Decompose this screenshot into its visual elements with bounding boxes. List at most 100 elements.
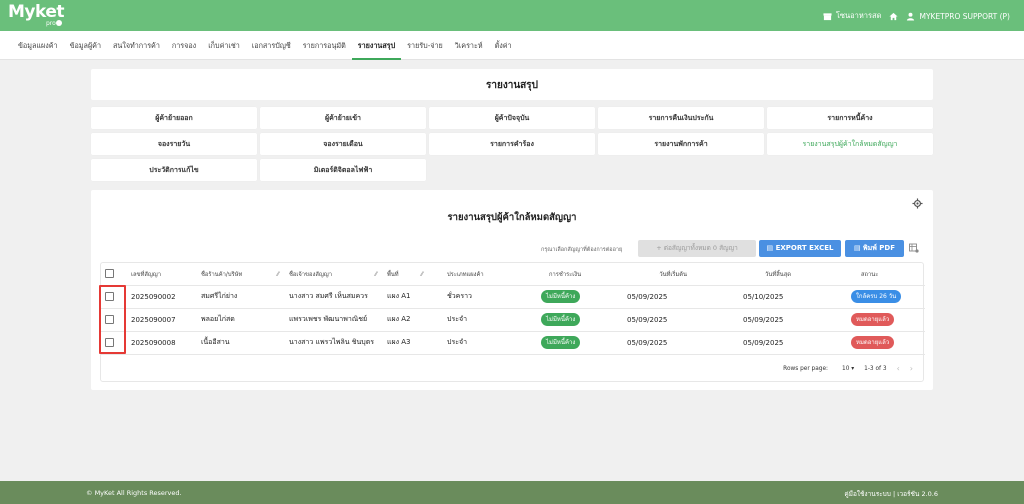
stall-type: ประจำ xyxy=(429,308,525,332)
col-shop-label: ชื่อร้านค้า/บริษัท xyxy=(201,271,243,278)
start-date: 05/09/2025 xyxy=(611,331,717,355)
nav-tab[interactable]: วิเคราะห์ xyxy=(449,31,489,60)
footer-version[interactable]: คู่มือใช้งานระบบ | เวอร์ชัน 2.0.6 xyxy=(844,489,938,499)
renew-hint: กรุณาเลือกสัญญาที่ต้องการต่ออายุ xyxy=(541,247,623,253)
chevron-left-icon[interactable]: ‹ xyxy=(897,364,900,373)
col-shop[interactable]: ชื่อร้านค้า/บริษัท ⁄⁄ xyxy=(197,263,285,286)
table-row[interactable]: 2025090008 เนื้ออีสาน นางสาว แพรวไพลิน ชิน… xyxy=(101,331,925,355)
row-checkbox[interactable] xyxy=(105,338,114,347)
export-excel-button[interactable]: ▤ EXPORT EXCEL xyxy=(759,240,841,257)
start-date: 05/09/2025 xyxy=(611,285,717,309)
contract-number: 2025090008 xyxy=(127,331,197,355)
area-code: แผง A1 xyxy=(383,285,429,309)
main-nav: ข้อมูลแผงค้า ข้อมูลผู้ค้า สนใจทำการค้า การจ… xyxy=(0,31,1024,60)
stall-type: ประจำ xyxy=(429,331,525,355)
rows-per-page-select[interactable]: 10 ▾ xyxy=(842,366,854,372)
app-logo[interactable]: Myket xyxy=(8,2,65,22)
contract-number: 2025090007 xyxy=(127,308,197,332)
report-button[interactable]: ผู้ค้าย้ายเข้า xyxy=(260,107,426,129)
col-owner-label: ชื่อเจ้าของสัญญา xyxy=(289,271,332,278)
row-select-cell xyxy=(101,308,127,332)
col-owner[interactable]: ชื่อเจ้าของสัญญา ⁄⁄ xyxy=(285,263,383,286)
report-button[interactable]: รายงานสรุปผู้ค้าใกล้หมดสัญญา xyxy=(767,133,933,155)
stall-type: ชั่วคราว xyxy=(429,285,525,309)
nav-tabs: ข้อมูลแผงค้า ข้อมูลผู้ค้า สนใจทำการค้า การจ… xyxy=(0,31,1024,60)
report-button[interactable]: รายการคืนเงินประกัน xyxy=(598,107,764,129)
footer-copyright: © MyKet All Rights Reserved. xyxy=(86,489,182,497)
row-select-cell xyxy=(101,285,127,309)
resize-icon[interactable]: ⁄⁄ xyxy=(277,271,279,278)
report-button[interactable]: จองรายวัน xyxy=(91,133,257,155)
status-cell: หมดอายุแล้ว xyxy=(829,331,925,355)
owner-name: แพรวเพชร พัฒนาพาณิชย์ xyxy=(285,308,383,332)
select-all-cell xyxy=(101,263,127,286)
status-cell: หมดอายุแล้ว xyxy=(829,308,925,332)
print-pdf-button[interactable]: ▤ พิมพ์ PDF xyxy=(845,240,904,257)
home-icon[interactable] xyxy=(889,12,899,21)
rows-per-page: Rows per page: 10 ▾ xyxy=(783,366,854,372)
report-button[interactable]: รายการคำร้อง xyxy=(429,133,595,155)
status-badge: หมดอายุแล้ว xyxy=(851,336,895,349)
table-title: รายงานสรุปผู้ค้าใกล้หมดสัญญา xyxy=(447,212,577,223)
settings-icon[interactable] xyxy=(912,198,923,209)
nav-tab[interactable]: เก็บค่าเช่า xyxy=(202,31,246,60)
page-range: 1-3 of 3 xyxy=(864,365,887,372)
owner-name: นางสาว แพรวไพลิน ชินบุตร xyxy=(285,331,383,355)
payment-cell: ไม่มีหนี้ค้าง xyxy=(525,331,611,355)
report-button[interactable]: รายการหนี้ค้าง xyxy=(767,107,933,129)
nav-tab[interactable]: ข้อมูลแผงค้า xyxy=(12,31,64,60)
top-right-actions: โซนอาหารสด MYKETPRO SUPPORT (P) xyxy=(823,10,1010,22)
nav-tab[interactable]: รายการอนุมัติ xyxy=(297,31,352,60)
report-button[interactable]: ผู้ค้าปัจจุบัน xyxy=(429,107,595,129)
resize-icon[interactable]: ⁄⁄ xyxy=(375,271,377,278)
user-menu[interactable]: MYKETPRO SUPPORT (P) xyxy=(906,12,1010,21)
print-pdf-label: พิมพ์ PDF xyxy=(863,244,896,252)
nav-tab[interactable]: รายงานสรุป xyxy=(351,31,402,60)
col-type[interactable]: ประเภทแผงค้า xyxy=(429,263,525,286)
user-icon xyxy=(907,12,915,21)
print-icon: ▤ xyxy=(853,244,864,252)
col-area-label: พื้นที่ xyxy=(387,271,399,278)
table-row[interactable]: 2025090002 สมศรีไก่ย่าง นางสาว สมศรี เห็นส… xyxy=(101,285,925,309)
select-all-checkbox[interactable] xyxy=(105,269,114,279)
row-checkbox[interactable] xyxy=(105,292,114,301)
report-button[interactable]: จองรายเดือน xyxy=(260,133,426,155)
report-button[interactable]: รายงานพักการค้า xyxy=(598,133,764,155)
nav-tab[interactable]: ข้อมูลผู้ค้า xyxy=(64,31,107,60)
col-area[interactable]: พื้นที่ ⁄⁄ xyxy=(383,263,429,286)
pagination: Rows per page: 10 ▾ 1-3 of 3 ‹ › xyxy=(101,356,913,381)
payment-badge: ไม่มีหนี้ค้าง xyxy=(541,336,581,349)
col-payment[interactable]: การชำระเงิน xyxy=(525,263,611,286)
payment-cell: ไม่มีหนี้ค้าง xyxy=(525,308,611,332)
table-header-row: เลขที่สัญญา ชื่อร้านค้า/บริษัท ⁄⁄ ชื่อเจ้… xyxy=(101,263,925,286)
start-date: 05/09/2025 xyxy=(611,308,717,332)
nav-tab[interactable]: รายรับ-จ่าย xyxy=(401,31,449,60)
nav-tab[interactable]: เอกสารบัญชี xyxy=(246,31,297,60)
end-date: 05/09/2025 xyxy=(717,308,829,332)
renew-all-button[interactable]: + ต่อสัญญาทั้งหมด 0 สัญญา xyxy=(638,240,756,257)
row-checkbox[interactable] xyxy=(105,315,114,324)
nav-tab[interactable]: สนใจทำการค้า xyxy=(107,31,166,60)
column-settings-icon[interactable] xyxy=(909,243,919,253)
col-status[interactable]: สถานะ xyxy=(829,263,925,286)
export-excel-label: EXPORT EXCEL xyxy=(775,244,834,252)
contract-table: เลขที่สัญญา ชื่อร้านค้า/บริษัท ⁄⁄ ชื่อเจ้… xyxy=(100,262,925,382)
report-button[interactable]: ผู้ค้าย้ายออก xyxy=(91,107,257,129)
report-button[interactable]: มิเตอร์ดิจิตอลไฟฟ้า xyxy=(260,159,426,181)
resize-icon[interactable]: ⁄⁄ xyxy=(421,271,423,278)
contract-number: 2025090002 xyxy=(127,285,197,309)
store-selector[interactable]: โซนอาหารสด xyxy=(823,10,881,22)
nav-tab[interactable]: การจอง xyxy=(166,31,202,60)
top-bar: Myket pro โซนอาหารสด MYKETPRO SUPPORT (P… xyxy=(0,0,1024,31)
contract-expiry-card: รายงานสรุปผู้ค้าใกล้หมดสัญญา กรุณาเลือกส… xyxy=(91,190,933,390)
col-start[interactable]: วันที่เริ่มต้น xyxy=(611,263,717,286)
payment-badge: ไม่มีหนี้ค้าง xyxy=(541,313,581,326)
nav-tab[interactable]: ตั้งค่า xyxy=(489,31,518,60)
col-end[interactable]: วันที่สิ้นสุด xyxy=(717,263,829,286)
table-row[interactable]: 2025090007 พลอยไก่สด แพรวเพชร พัฒนาพาณิชย์… xyxy=(101,308,925,332)
col-contract[interactable]: เลขที่สัญญา xyxy=(127,263,197,286)
chevron-right-icon[interactable]: › xyxy=(910,364,913,373)
shop-name: เนื้ออีสาน xyxy=(197,331,285,355)
report-button[interactable]: ประวัติการแก้ไข xyxy=(91,159,257,181)
user-label: MYKETPRO SUPPORT (P) xyxy=(919,11,1010,21)
